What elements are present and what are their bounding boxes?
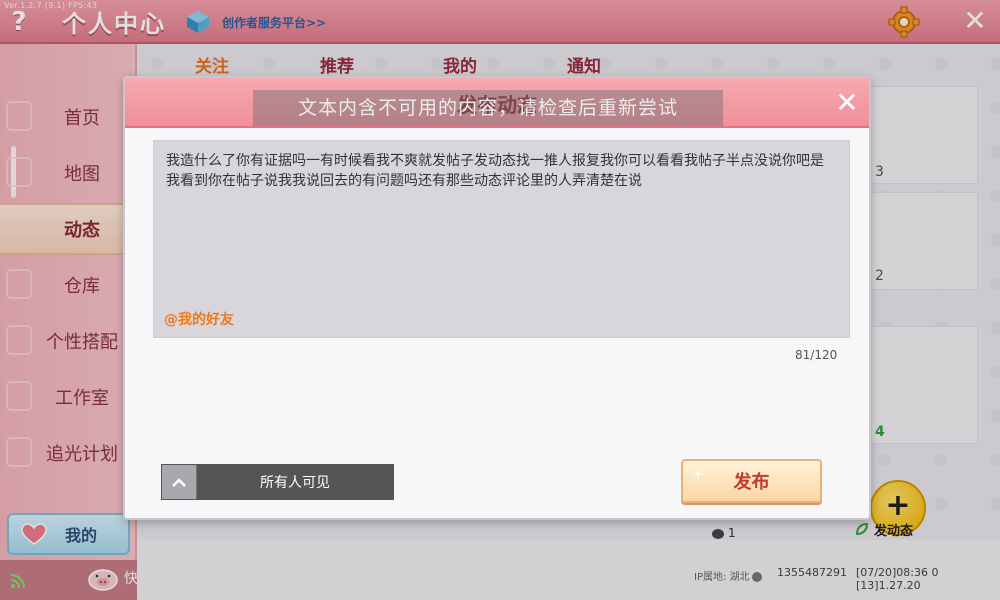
character-counter: 81/120: [795, 348, 838, 362]
publish-button[interactable]: 发布: [681, 459, 822, 503]
error-toast: 文本内含不可用的内容，请检查后重新尝试: [253, 90, 723, 126]
mention-friends-link[interactable]: @我的好友: [164, 309, 234, 329]
post-content-input[interactable]: 我造什么了你有证据吗一有时候看我不爽就发帖子发动态找一推人报复我你可以看看我帖子…: [153, 140, 850, 338]
post-content-text: 我造什么了你有证据吗一有时候看我不爽就发帖子发动态找一推人报复我你可以看看我帖子…: [166, 153, 824, 189]
visibility-selector[interactable]: 所有人可见: [161, 464, 394, 500]
publish-button-label: 发布: [733, 472, 770, 493]
publish-dialog: 发布动态 ✕ 文本内含不可用的内容，请检查后重新尝试 我造什么了你有证据吗一有时…: [123, 76, 871, 520]
sparkle-icon: [693, 469, 703, 479]
chevron-up-icon: [172, 477, 186, 487]
close-icon[interactable]: ✕: [833, 89, 861, 117]
visibility-label: 所有人可见: [260, 475, 330, 491]
visibility-toggle-button[interactable]: [162, 465, 197, 499]
